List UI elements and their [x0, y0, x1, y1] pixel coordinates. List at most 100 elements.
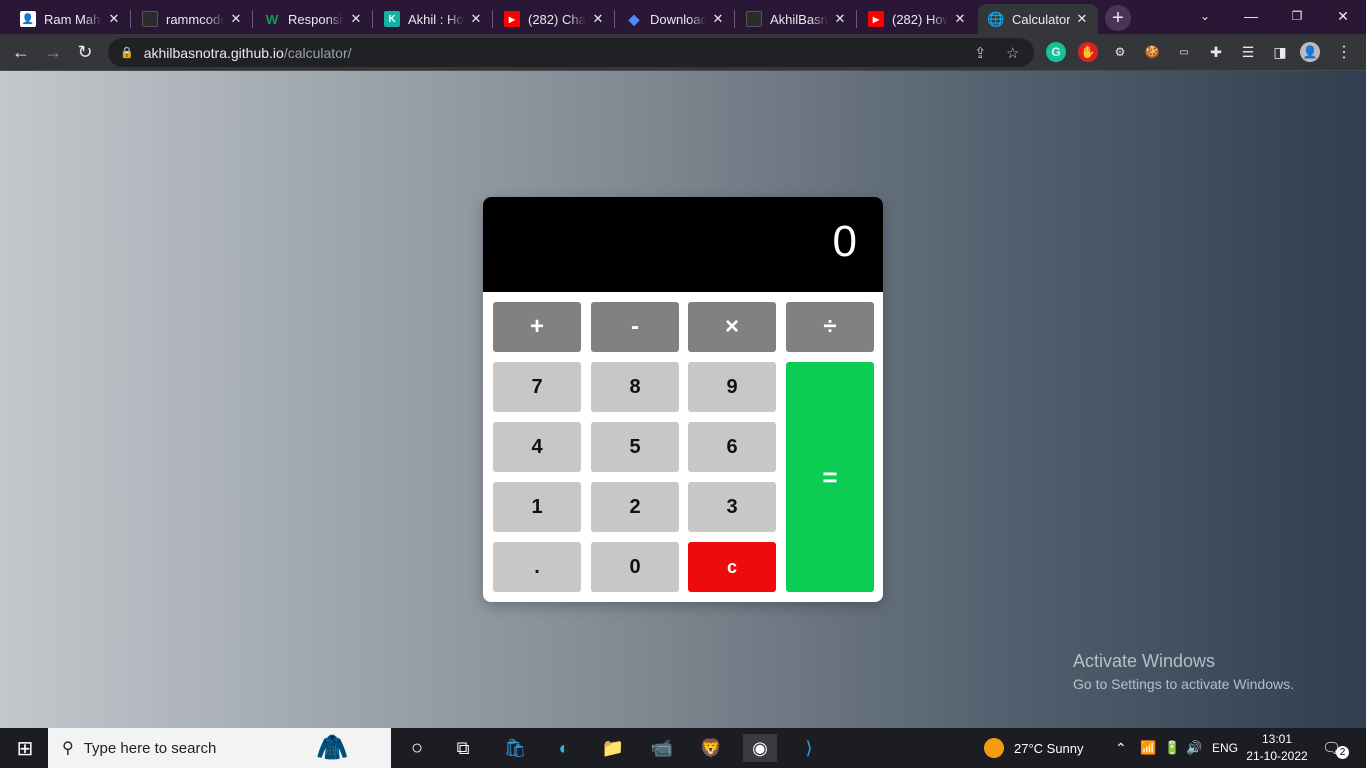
task-view-icon[interactable]: ⧉ [448, 734, 478, 762]
screen-extension-icon[interactable]: ▭ [1174, 42, 1194, 62]
share-icon[interactable]: ⇪ [974, 44, 987, 62]
k-logo-icon: K [384, 11, 400, 27]
digit-7-button[interactable]: 7 [493, 362, 581, 412]
tab-separator [734, 10, 735, 28]
tab-title: Ram Maheshwari [44, 11, 102, 27]
gear-extension-icon[interactable]: ⚙ [1110, 42, 1130, 62]
cortana-icon[interactable]: ○ [402, 734, 432, 762]
microsoft-store-icon[interactable]: 🛍 [500, 734, 530, 762]
profile-avatar[interactable]: 👤 [1300, 42, 1320, 62]
search-placeholder: Type here to search [83, 739, 217, 757]
activate-windows-watermark: Activate Windows Go to Settings to activ… [1073, 651, 1294, 692]
close-window-button[interactable]: ✕ [1320, 0, 1366, 32]
side-panel-icon[interactable]: ◨ [1270, 42, 1290, 62]
search-icon: ⚲ [62, 740, 74, 757]
calculator-display: 0 [483, 197, 883, 292]
equals-button[interactable]: = [786, 362, 874, 592]
w-logo-icon: W [265, 11, 279, 27]
chrome-icon[interactable]: ◉ [743, 734, 777, 762]
tab-strip: 👤 Ram Maheshwari ✕ rammcodes ✕ W Respons… [0, 0, 1366, 34]
lock-icon: 🔒 [120, 47, 134, 59]
youtube-icon: ▶ [868, 11, 884, 27]
digit-1-button[interactable]: 1 [493, 482, 581, 532]
tab-title: AkhilBasnotra [770, 11, 828, 27]
tab-title: Responsive [288, 11, 344, 27]
close-icon[interactable]: ✕ [228, 11, 244, 27]
close-icon[interactable]: ✕ [710, 11, 726, 27]
divide-button[interactable]: ÷ [786, 302, 874, 352]
brave-icon[interactable]: 🦁 [696, 734, 726, 762]
battery-icon[interactable]: 🔋 [1164, 728, 1180, 768]
digit-9-button[interactable]: 9 [688, 362, 776, 412]
tab-responsive[interactable]: W Responsive ✕ [254, 4, 372, 34]
digit-0-button[interactable]: 0 [591, 542, 679, 592]
zoom-icon[interactable]: 📹 [647, 734, 677, 762]
media-queue-icon[interactable]: ☰ [1238, 42, 1258, 62]
bookmark-star-icon[interactable]: ☆ [1006, 44, 1019, 62]
tab-title: (282) Channel [528, 11, 586, 27]
youtube-icon: ▶ [504, 11, 520, 27]
close-icon[interactable]: ✕ [832, 11, 848, 27]
digit-4-button[interactable]: 4 [493, 422, 581, 472]
sun-icon [984, 738, 1004, 758]
tab-youtube-how[interactable]: ▶ (282) How ✕ [858, 4, 976, 34]
close-icon[interactable]: ✕ [468, 11, 484, 27]
tab-title: (282) How [892, 11, 948, 27]
tab-title: rammcodes [166, 11, 224, 27]
close-icon[interactable]: ✕ [590, 11, 606, 27]
back-button[interactable]: ← [8, 39, 34, 65]
windows-start-icon[interactable]: ⊞ [10, 734, 40, 762]
cookie-icon[interactable]: 🍪 [1142, 42, 1162, 62]
windows-taskbar: ⊞ ⚲ Type here to search 🧥 ○ ⧉ 🛍 ◐ 📁 📹 🦁 … [0, 728, 1366, 768]
weather-text: 27°C Sunny [1014, 740, 1084, 756]
tab-download[interactable]: ◆ Download ✕ [616, 4, 734, 34]
weather-widget[interactable]: 27°C Sunny [984, 728, 1084, 768]
close-icon[interactable]: ✕ [1074, 11, 1090, 27]
address-bar[interactable]: 🔒 akhilbasnotra.github.io/calculator/ ⇪ … [108, 38, 1034, 67]
forward-button[interactable]: → [40, 39, 66, 65]
puzzle-extensions-icon[interactable]: ✚ [1206, 42, 1226, 62]
tab-ram-maheshwari[interactable]: 👤 Ram Maheshwari ✕ [10, 4, 130, 34]
taskbar-search[interactable]: ⚲ Type here to search 🧥 [48, 728, 391, 768]
kebab-menu-icon[interactable]: ⋮ [1334, 42, 1354, 62]
restore-button[interactable]: ❐ [1274, 0, 1320, 32]
browser-toolbar: ← → ↻ 🔒 akhilbasnotra.github.io/calculat… [0, 34, 1366, 71]
close-icon[interactable]: ✕ [952, 11, 968, 27]
file-explorer-icon[interactable]: 📁 [598, 734, 628, 762]
volume-icon[interactable]: 🔊 [1186, 728, 1202, 768]
reload-button[interactable]: ↻ [72, 39, 98, 65]
digit-2-button[interactable]: 2 [591, 482, 679, 532]
digit-8-button[interactable]: 8 [591, 362, 679, 412]
notification-center-icon[interactable]: 🗨 2 [1322, 728, 1350, 768]
new-tab-button[interactable]: + [1105, 5, 1131, 31]
grammarly-icon[interactable]: G [1046, 42, 1066, 62]
add-button[interactable]: + [493, 302, 581, 352]
digit-3-button[interactable]: 3 [688, 482, 776, 532]
network-icon[interactable]: 📶 [1140, 728, 1156, 768]
tab-search-button[interactable]: ⌄ [1182, 0, 1228, 32]
tab-rammcodes[interactable]: rammcodes ✕ [132, 4, 252, 34]
close-icon[interactable]: ✕ [348, 11, 364, 27]
tab-akhilbasnotra-github[interactable]: AkhilBasnotra ✕ [736, 4, 856, 34]
clock-date: 21-10-2022 [1246, 749, 1308, 763]
tab-calculator[interactable]: 🌐 Calculator ✕ [978, 4, 1098, 34]
tab-youtube-channel[interactable]: ▶ (282) Channel ✕ [494, 4, 614, 34]
language-indicator[interactable]: ENG [1212, 728, 1238, 768]
clear-button[interactable]: c [688, 542, 776, 592]
search-highlight-icon: 🧥 [316, 732, 349, 762]
tab-separator [252, 10, 253, 28]
digit-5-button[interactable]: 5 [591, 422, 679, 472]
tab-akhil-home[interactable]: K Akhil : Home ✕ [374, 4, 492, 34]
edge-icon[interactable]: ◐ [549, 734, 579, 762]
vscode-icon[interactable]: ⟩ [794, 734, 824, 762]
minimize-button[interactable]: — [1228, 0, 1274, 32]
decimal-button[interactable]: . [493, 542, 581, 592]
taskbar-clock[interactable]: 13:01 21-10-2022 [1242, 731, 1312, 765]
multiply-button[interactable]: × [688, 302, 776, 352]
digit-6-button[interactable]: 6 [688, 422, 776, 472]
tab-title: Calculator [1012, 11, 1070, 27]
show-hidden-icons-button[interactable]: ⌃ [1115, 728, 1127, 768]
subtract-button[interactable]: - [591, 302, 679, 352]
adblock-icon[interactable]: ✋ [1078, 42, 1098, 62]
close-icon[interactable]: ✕ [106, 11, 122, 27]
